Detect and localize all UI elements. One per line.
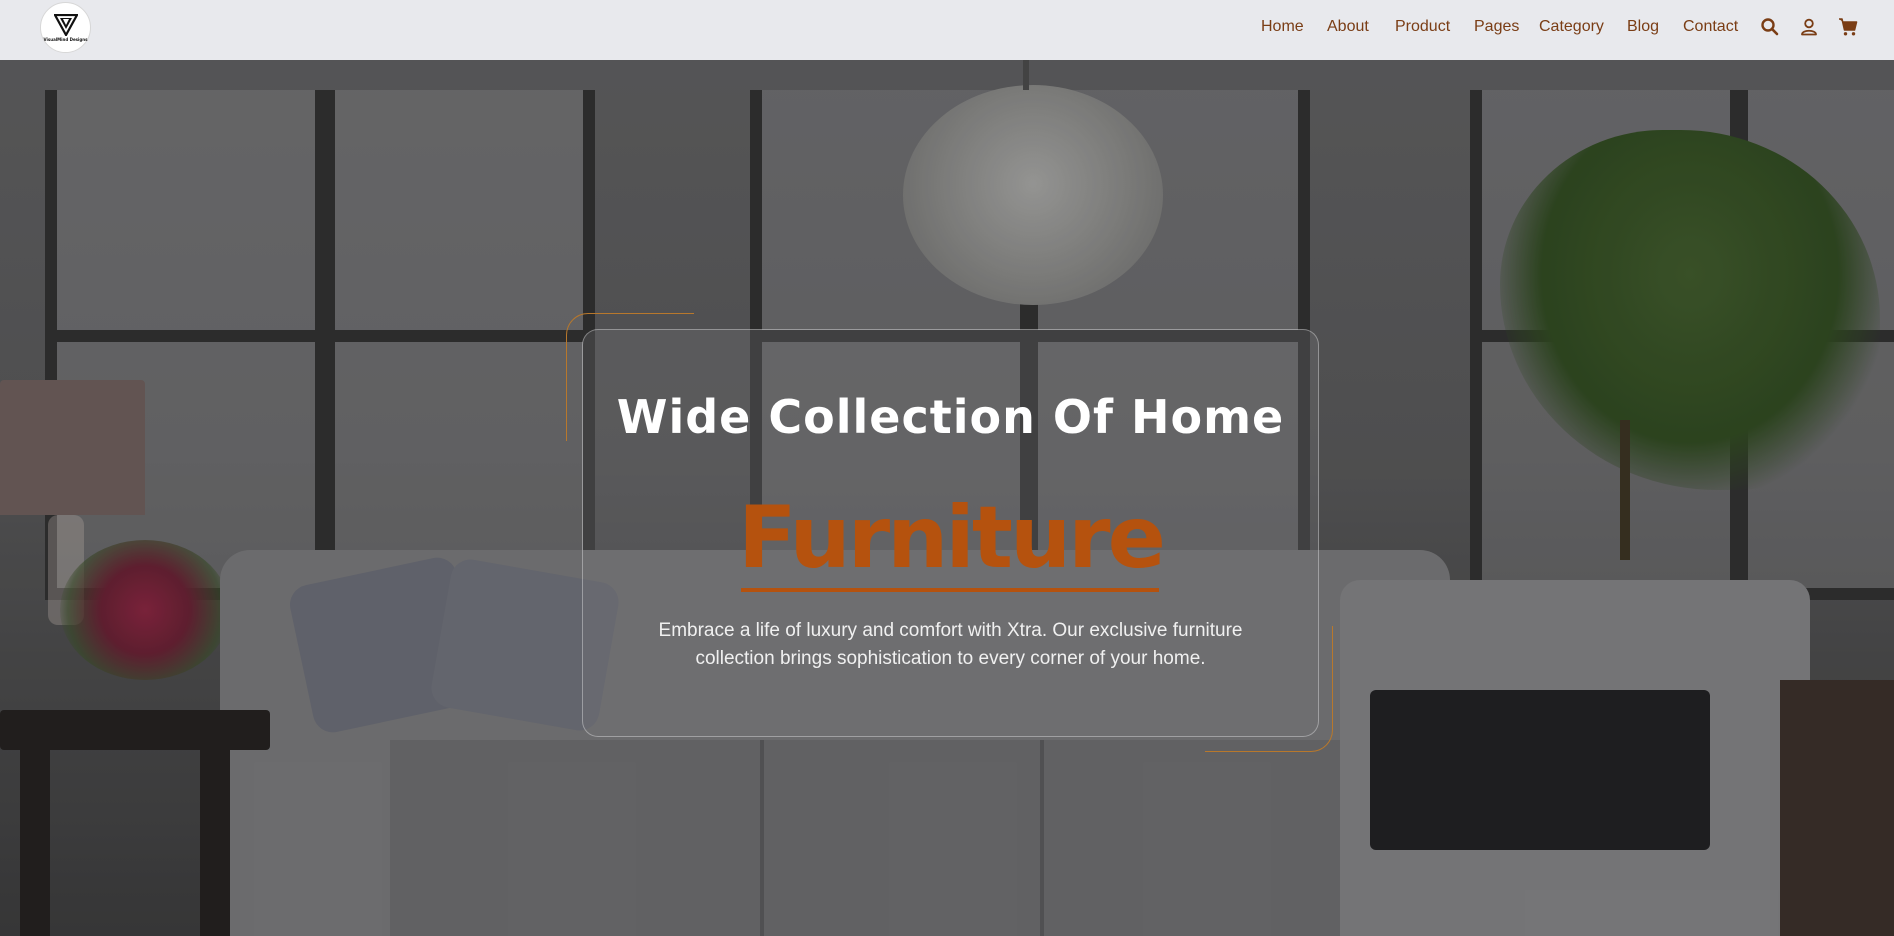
nav-home[interactable]: Home [1261, 18, 1304, 36]
hero-description: Embrace a life of luxury and comfort wit… [658, 620, 1243, 669]
search-icon[interactable] [1760, 17, 1780, 37]
hero-highlight-word: Furniture [738, 488, 1166, 588]
nav-contact[interactable]: Contact [1683, 18, 1738, 36]
nav-pages[interactable]: Pages [1474, 18, 1519, 36]
nav-about[interactable]: About [1327, 18, 1369, 36]
logo[interactable]: VisualMind Designs [40, 2, 91, 53]
v-monogram-icon [53, 13, 78, 36]
nav-blog[interactable]: Blog [1627, 18, 1659, 36]
cart-icon[interactable] [1838, 17, 1858, 37]
nav-category[interactable]: Category [1539, 18, 1604, 36]
nav-product[interactable]: Product [1395, 18, 1450, 36]
hero-title: Wide Collection Of Home [616, 390, 1285, 444]
site-header: VisualMind Designs Home About Product Pa… [0, 0, 1894, 60]
logo-text: VisualMind Designs [43, 36, 88, 42]
highlight-underline [741, 588, 1159, 592]
user-icon[interactable] [1799, 17, 1819, 37]
